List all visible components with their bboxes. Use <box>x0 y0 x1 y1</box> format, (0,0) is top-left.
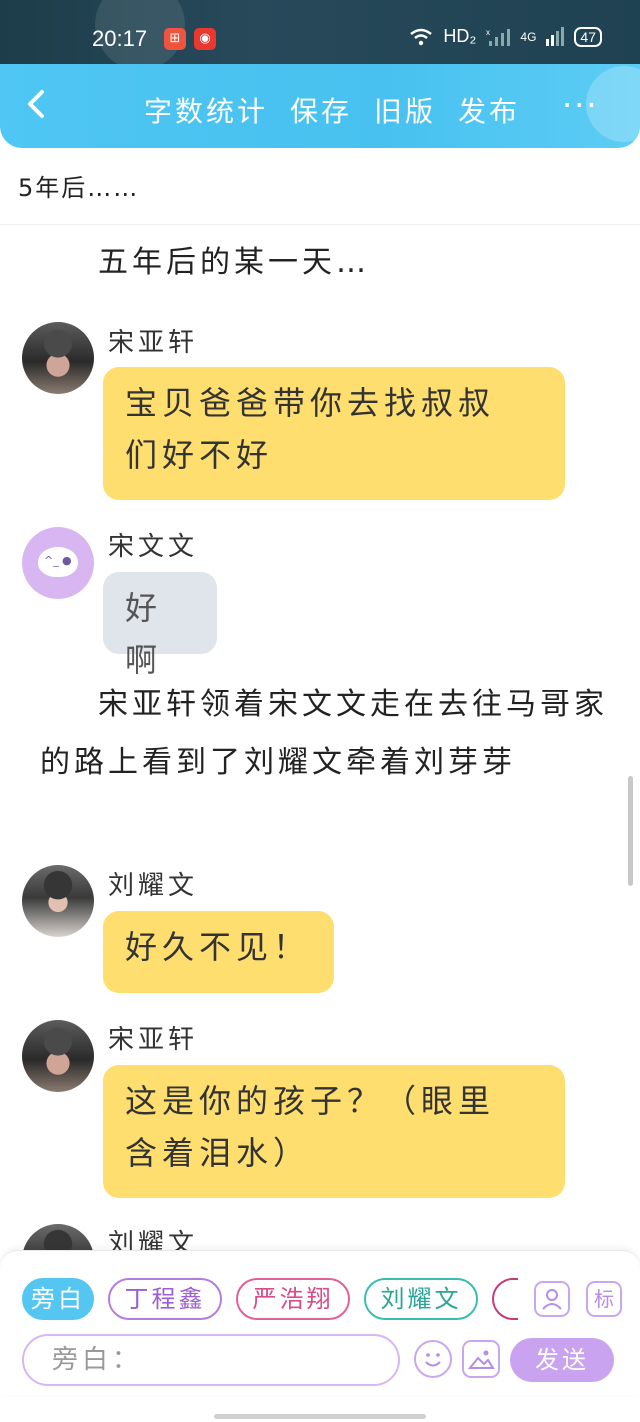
image-icon[interactable] <box>462 1340 500 1378</box>
speaker-name: 宋文文 <box>108 532 199 562</box>
role-chip[interactable]: 丁程鑫 <box>108 1278 222 1320</box>
message-bubble[interactable]: 好啊 <box>103 572 217 679</box>
narration-input[interactable]: 旁白： <box>22 1334 400 1386</box>
narration-block[interactable]: 五年后的某一天… <box>40 234 610 292</box>
wifi-icon <box>410 28 433 45</box>
status-right: HD₂ x 4G 47 <box>409 26 602 47</box>
more-icon[interactable]: ··· <box>562 86 599 124</box>
cartoon-face-icon: ^_ ● <box>38 547 78 577</box>
message-line: 含着泪水） <box>125 1134 311 1172</box>
editor-header: 字数统计 保存 旧版 发布 ··· <box>0 64 640 148</box>
network-label: HD₂ <box>443 26 477 46</box>
speaker-name: 刘耀文 <box>108 871 199 901</box>
message-line: 宝贝爸爸带你去找叔叔 <box>125 384 496 422</box>
emoji-icon[interactable] <box>414 1340 452 1378</box>
message-line: 们好不好 <box>125 436 274 474</box>
message-bubble[interactable]: 好久不见！ <box>103 911 334 993</box>
publish-button[interactable]: 发布 <box>458 90 520 130</box>
home-indicator[interactable] <box>214 1414 426 1419</box>
battery-icon: 47 <box>574 26 602 47</box>
chevron-left-icon[interactable] <box>22 84 52 124</box>
word-count-button[interactable]: 字数统计 <box>144 90 268 130</box>
avatar[interactable]: ^_ ● <box>22 527 94 599</box>
tag-icon[interactable]: 标 <box>586 1281 622 1317</box>
message-line: 好啊 <box>125 589 163 679</box>
speaker-name: 宋亚轩 <box>108 328 199 358</box>
signal-4g-icon <box>546 26 565 46</box>
scrollbar-thumb[interactable] <box>628 776 633 886</box>
status-time: 20:17 <box>92 26 148 51</box>
netease-music-icon: ◉ <box>194 28 216 50</box>
cellular-label: 4G <box>520 29 537 44</box>
avatar[interactable] <box>22 1020 94 1092</box>
message-bubble[interactable]: 这是你的孩子？（眼里 含着泪水） <box>103 1065 565 1198</box>
role-chip[interactable]: 刘耀文 <box>364 1278 478 1320</box>
old-version-button[interactable]: 旧版 <box>374 90 436 130</box>
svg-text:x: x <box>486 28 490 37</box>
role-chip-narrator[interactable]: 旁白 <box>22 1278 94 1320</box>
avatar[interactable] <box>22 865 94 937</box>
message-line: 这是你的孩子？（眼里 <box>125 1082 496 1120</box>
avatar[interactable] <box>22 322 94 394</box>
message-line: 好久不见！ <box>125 928 311 966</box>
signal-x-icon: x <box>486 28 511 46</box>
divider <box>0 224 640 225</box>
header-actions: 字数统计 保存 旧版 发布 <box>144 90 520 130</box>
chapter-title[interactable]: 5年后…… <box>18 168 139 203</box>
person-card-icon[interactable] <box>534 1281 570 1317</box>
status-bar: 20:17 ⊞ ◉ HD₂ x 4G 47 <box>0 0 640 64</box>
message-bubble[interactable]: 宝贝爸爸带你去找叔叔 们好不好 <box>103 367 565 500</box>
app-badge-icon: ⊞ <box>164 28 186 50</box>
send-button[interactable]: 发送 <box>510 1338 614 1382</box>
speaker-name: 宋亚轩 <box>108 1025 199 1055</box>
save-button[interactable]: 保存 <box>290 90 352 130</box>
role-chip[interactable]: 严浩翔 <box>236 1278 350 1320</box>
narration-block[interactable]: 宋亚轩领着宋文文走在去往马哥家的路上看到了刘耀文牵着刘芽芽 <box>40 676 610 792</box>
